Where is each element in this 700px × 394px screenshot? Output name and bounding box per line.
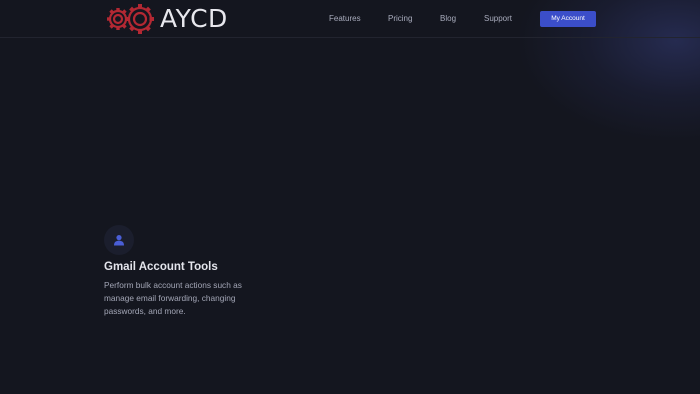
feature-description: Perform bulk account actions such as man… bbox=[104, 280, 242, 316]
my-account-button[interactable]: My Account bbox=[540, 11, 596, 27]
site-header: AYCD Features Pricing Blog Support My Ac… bbox=[0, 0, 700, 38]
nav-support[interactable]: Support bbox=[484, 11, 512, 27]
user-icon bbox=[114, 235, 124, 246]
nav-features[interactable]: Features bbox=[329, 11, 361, 27]
nav-blog[interactable]: Blog bbox=[440, 11, 456, 27]
nav-pricing[interactable]: Pricing bbox=[388, 11, 412, 27]
page: AYCD Features Pricing Blog Support My Ac… bbox=[0, 0, 700, 394]
feature-icon-badge bbox=[104, 225, 134, 255]
feature-title: Gmail Account Tools bbox=[104, 261, 218, 273]
